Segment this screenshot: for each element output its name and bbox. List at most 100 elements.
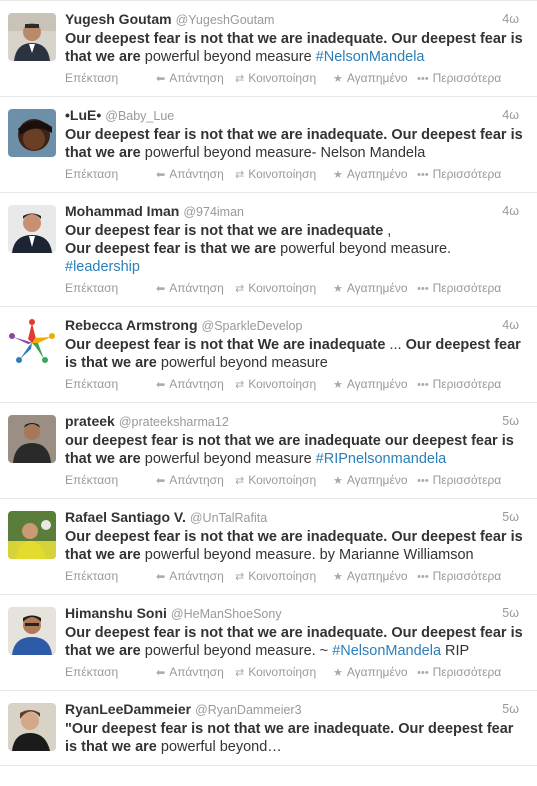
author-name[interactable]: Rafael Santiago V.: [65, 509, 186, 525]
author-handle[interactable]: @prateeksharma12: [119, 415, 229, 429]
retweet-button[interactable]: ⇄ Κοινοποίηση: [235, 167, 316, 181]
author-name[interactable]: Himanshu Soni: [65, 605, 167, 621]
tweet[interactable]: Yugesh Goutam @YugeshGoutam 4ω Our deepes…: [0, 1, 537, 97]
reply-icon: ⬅: [156, 379, 166, 391]
tweet-actions: Επέκταση ⬅ Απάντηση ⇄ Κοινοποίηση ★ Αγαπημέ…: [65, 71, 527, 87]
retweet-button[interactable]: ⇄ Κοινοποίηση: [235, 473, 316, 487]
author-handle[interactable]: @SparkleDevelop: [202, 319, 303, 333]
tweet[interactable]: Rebecca Armstrong @SparkleDevelop 4ω Our …: [0, 307, 537, 403]
author-name[interactable]: RyanLeeDammeier: [65, 701, 191, 717]
star-icon: ★: [333, 73, 343, 85]
favorite-button[interactable]: ★ Αγαπημένο: [333, 71, 408, 85]
favorite-button[interactable]: ★ Αγαπημένο: [333, 281, 408, 295]
hashtag-link[interactable]: #leadership: [65, 259, 140, 275]
reply-button[interactable]: ⬅ Απάντηση: [156, 377, 224, 391]
retweet-icon: ⇄: [235, 169, 245, 181]
tweet-timestamp[interactable]: 5ω: [502, 604, 519, 623]
tweet-timestamp[interactable]: 4ω: [502, 202, 519, 221]
tweet-timestamp[interactable]: 4ω: [502, 316, 519, 335]
star-icon: ★: [333, 667, 343, 679]
tweet[interactable]: •LuE• @Baby_Lue 4ω Our deepest fear is no…: [0, 97, 537, 193]
favorite-button[interactable]: ★ Αγαπημένο: [333, 665, 408, 679]
author-handle[interactable]: @UnTalRafita: [190, 511, 267, 525]
more-button[interactable]: ••• Περισσότερα: [417, 377, 501, 391]
avatar[interactable]: [8, 607, 56, 655]
tweet-text: Our deepest fear is not that We are inad…: [65, 337, 521, 371]
expand-link[interactable]: Επέκταση: [65, 665, 118, 679]
tweet[interactable]: RyanLeeDammeier @RyanDammeier3 5ω "Our de…: [0, 691, 537, 766]
hashtag-link[interactable]: #NelsonMandela: [316, 49, 425, 65]
retweet-icon: ⇄: [235, 73, 245, 85]
tweet-timestamp[interactable]: 4ω: [502, 106, 519, 125]
avatar[interactable]: [8, 205, 56, 253]
tweet-text: our deepest fear is not that we are inad…: [65, 433, 514, 467]
more-button[interactable]: ••• Περισσότερα: [417, 665, 501, 679]
expand-link[interactable]: Επέκταση: [65, 377, 118, 391]
reply-button[interactable]: ⬅ Απάντηση: [156, 71, 224, 85]
retweet-icon: ⇄: [235, 283, 245, 295]
more-button[interactable]: ••• Περισσότερα: [417, 473, 501, 487]
avatar[interactable]: [8, 109, 56, 157]
retweet-button[interactable]: ⇄ Κοινοποίηση: [235, 281, 316, 295]
avatar[interactable]: [8, 319, 56, 367]
tweet[interactable]: Mohammad Iman @974iman 4ω Our deepest fea…: [0, 193, 537, 307]
retweet-button[interactable]: ⇄ Κοινοποίηση: [235, 377, 316, 391]
expand-link[interactable]: Επέκταση: [65, 473, 118, 487]
tweet-text: "Our deepest fear is not that we are ina…: [65, 721, 514, 755]
avatar[interactable]: [8, 13, 56, 61]
more-button[interactable]: ••• Περισσότερα: [417, 569, 501, 583]
reply-button[interactable]: ⬅ Απάντηση: [156, 569, 224, 583]
tweet-timestamp[interactable]: 5ω: [502, 700, 519, 719]
author-name[interactable]: •LuE•: [65, 107, 101, 123]
reply-button[interactable]: ⬅ Απάντηση: [156, 473, 224, 487]
tweet[interactable]: prateek @prateeksharma12 5ω our deepest f…: [0, 403, 537, 499]
tweet-timestamp[interactable]: 5ω: [502, 412, 519, 431]
tweet-actions: Επέκταση ⬅ Απάντηση ⇄ Κοινοποίηση ★ Αγαπημέ…: [65, 281, 527, 297]
hashtag-link[interactable]: #NelsonMandela: [332, 643, 441, 659]
more-icon: •••: [417, 283, 429, 295]
reply-icon: ⬅: [156, 169, 166, 181]
tweet-actions: Επέκταση ⬅ Απάντηση ⇄ Κοινοποίηση ★ Αγαπημέ…: [65, 665, 527, 681]
tweet-actions: Επέκταση ⬅ Απάντηση ⇄ Κοινοποίηση ★ Αγαπημέ…: [65, 377, 527, 393]
author-handle[interactable]: @YugeshGoutam: [176, 13, 275, 27]
reply-button[interactable]: ⬅ Απάντηση: [156, 665, 224, 679]
expand-link[interactable]: Επέκταση: [65, 167, 118, 181]
tweet-text: Our deepest fear is not that we are inad…: [65, 223, 452, 275]
author-name[interactable]: Yugesh Goutam: [65, 11, 172, 27]
tweet[interactable]: Rafael Santiago V. @UnTalRafita 5ω Our de…: [0, 499, 537, 595]
retweet-icon: ⇄: [235, 475, 245, 487]
more-button[interactable]: ••• Περισσότερα: [417, 281, 501, 295]
reply-button[interactable]: ⬅ Απάντηση: [156, 167, 224, 181]
expand-link[interactable]: Επέκταση: [65, 569, 118, 583]
tweet-timestamp[interactable]: 5ω: [502, 508, 519, 527]
reply-button[interactable]: ⬅ Απάντηση: [156, 281, 224, 295]
author-handle[interactable]: @HeManShoeSony: [171, 607, 282, 621]
tweet[interactable]: Himanshu Soni @HeManShoeSony 5ω Our deepe…: [0, 595, 537, 691]
favorite-button[interactable]: ★ Αγαπημένο: [333, 569, 408, 583]
author-handle[interactable]: @Baby_Lue: [105, 109, 174, 123]
favorite-button[interactable]: ★ Αγαπημένο: [333, 473, 408, 487]
avatar[interactable]: [8, 511, 56, 559]
expand-link[interactable]: Επέκταση: [65, 281, 118, 295]
author-name[interactable]: Mohammad Iman: [65, 203, 179, 219]
author-handle[interactable]: @974iman: [183, 205, 244, 219]
avatar[interactable]: [8, 703, 56, 751]
favorite-button[interactable]: ★ Αγαπημένο: [333, 377, 408, 391]
tweet-actions: Επέκταση ⬅ Απάντηση ⇄ Κοινοποίηση ★ Αγαπημέ…: [65, 569, 527, 585]
retweet-button[interactable]: ⇄ Κοινοποίηση: [235, 569, 316, 583]
tweet-text: Our deepest fear is not that we are inad…: [65, 529, 523, 563]
author-name[interactable]: Rebecca Armstrong: [65, 317, 198, 333]
more-button[interactable]: ••• Περισσότερα: [417, 71, 501, 85]
author-name[interactable]: prateek: [65, 413, 115, 429]
author-handle[interactable]: @RyanDammeier3: [195, 703, 301, 717]
more-icon: •••: [417, 379, 429, 391]
hashtag-link[interactable]: #RIPnelsonmandela: [316, 451, 447, 467]
more-button[interactable]: ••• Περισσότερα: [417, 167, 501, 181]
avatar[interactable]: [8, 415, 56, 463]
retweet-button[interactable]: ⇄ Κοινοποίηση: [235, 71, 316, 85]
expand-link[interactable]: Επέκταση: [65, 71, 118, 85]
favorite-button[interactable]: ★ Αγαπημένο: [333, 167, 408, 181]
tweet-actions: Επέκταση ⬅ Απάντηση ⇄ Κοινοποίηση ★ Αγαπημέ…: [65, 167, 527, 183]
retweet-button[interactable]: ⇄ Κοινοποίηση: [235, 665, 316, 679]
tweet-timestamp[interactable]: 4ω: [502, 10, 519, 29]
